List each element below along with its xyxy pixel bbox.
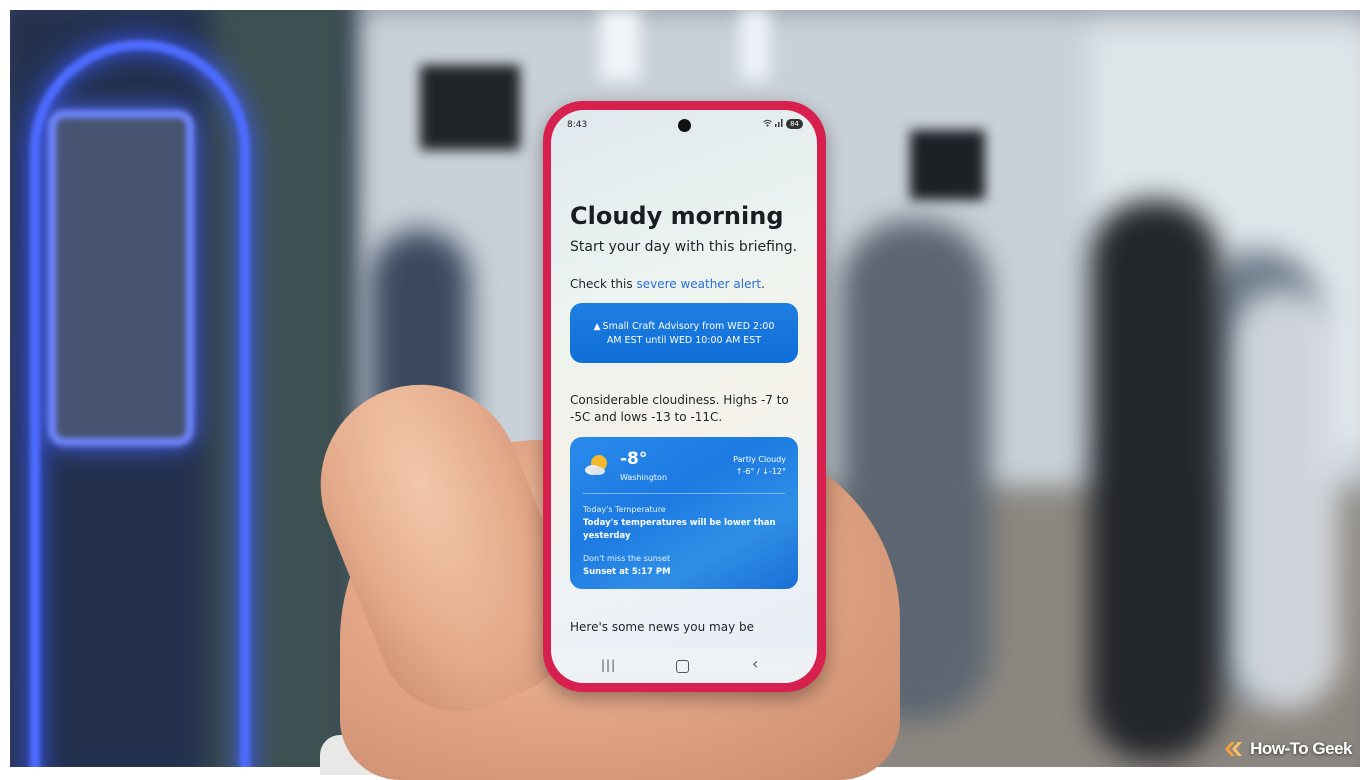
alert-prefix: Check this <box>570 277 637 291</box>
ceiling-light <box>740 10 770 80</box>
background-screen <box>420 65 520 150</box>
status-time: 8:43 <box>567 120 588 130</box>
weather-card[interactable]: -8° Washington Partly Cloudy ↑-6° / ↓-12… <box>570 437 798 589</box>
background-person <box>1230 290 1340 710</box>
wifi-icon <box>763 119 772 129</box>
city-name: Washington <box>620 473 668 482</box>
home-button[interactable] <box>676 660 689 673</box>
recents-button[interactable]: ||| <box>601 658 616 672</box>
navigation-bar: ||| ‹ <box>551 648 817 683</box>
alert-suffix: . <box>761 277 765 291</box>
current-temperature: -8° <box>620 449 648 469</box>
high-low-temperature: ↑-6° / ↓-12° <box>735 467 786 476</box>
status-icons: 84 <box>763 119 803 129</box>
sunset-text: Sunset at 5:17 PM <box>583 567 671 577</box>
watermark: How-To Geek <box>1223 739 1352 759</box>
partly-cloudy-icon <box>584 452 610 478</box>
front-camera <box>678 119 691 132</box>
news-heading: Here's some news you may be <box>570 620 754 634</box>
severe-weather-alert-link[interactable]: severe weather alert <box>636 277 761 291</box>
signal-icon <box>775 119 783 129</box>
watermark-text: How-To Geek <box>1250 739 1352 758</box>
sunset-label: Don't miss the sunset <box>583 554 671 563</box>
briefing-title: Cloudy morning <box>570 202 784 230</box>
alert-line: Check this severe weather alert. <box>570 277 765 291</box>
temperature-label: Today's Temperature <box>583 505 666 514</box>
back-button[interactable]: ‹ <box>752 654 758 673</box>
neon-window <box>48 110 194 446</box>
phone-screen: 8:43 84 Cloudy morning Start your day wi… <box>551 110 817 683</box>
background-person <box>1090 200 1220 760</box>
background-screen <box>910 130 985 200</box>
forecast-text: Considerable cloudiness. Highs -7 to -5C… <box>570 393 789 424</box>
temperature-text: Today's temperatures will be lower than … <box>583 518 776 541</box>
weather-condition: Partly Cloudy <box>733 455 786 464</box>
how-to-geek-logo-icon <box>1223 740 1245 758</box>
ceiling-light <box>600 10 640 80</box>
warning-icon: ▲ <box>593 321 601 332</box>
battery-icon: 84 <box>786 119 803 129</box>
advisory-text: Small Craft Advisory from WED 2:00 AM ES… <box>602 320 775 346</box>
divider <box>583 493 785 494</box>
advisory-card[interactable]: ▲ Small Craft Advisory from WED 2:00 AM E… <box>570 303 798 363</box>
briefing-subtitle: Start your day with this briefing. <box>570 239 798 255</box>
